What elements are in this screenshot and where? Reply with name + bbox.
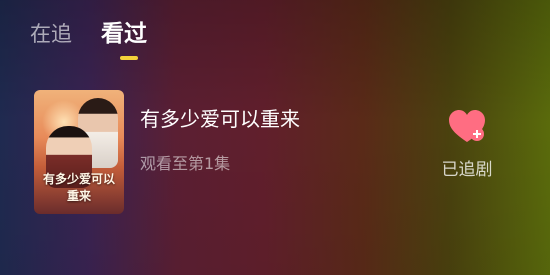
active-tab-indicator (120, 56, 138, 60)
tab-following[interactable]: 在追 (30, 18, 72, 50)
follow-status-label: 已追剧 (441, 160, 493, 180)
list-item[interactable]: 有多少爱可以重来 有多少爱可以重来 观看至第1集 已追剧 (34, 90, 524, 214)
follow-button[interactable]: 已追剧 (422, 108, 512, 188)
poster-thumbnail[interactable]: 有多少爱可以重来 (34, 90, 124, 214)
heart-plus-icon (449, 110, 485, 142)
poster-title: 有多少爱可以重来 (42, 172, 115, 203)
show-title[interactable]: 有多少爱可以重来 (140, 104, 300, 134)
tab-watched[interactable]: 看过 (101, 18, 147, 50)
watch-progress: 观看至第1集 (140, 154, 231, 173)
